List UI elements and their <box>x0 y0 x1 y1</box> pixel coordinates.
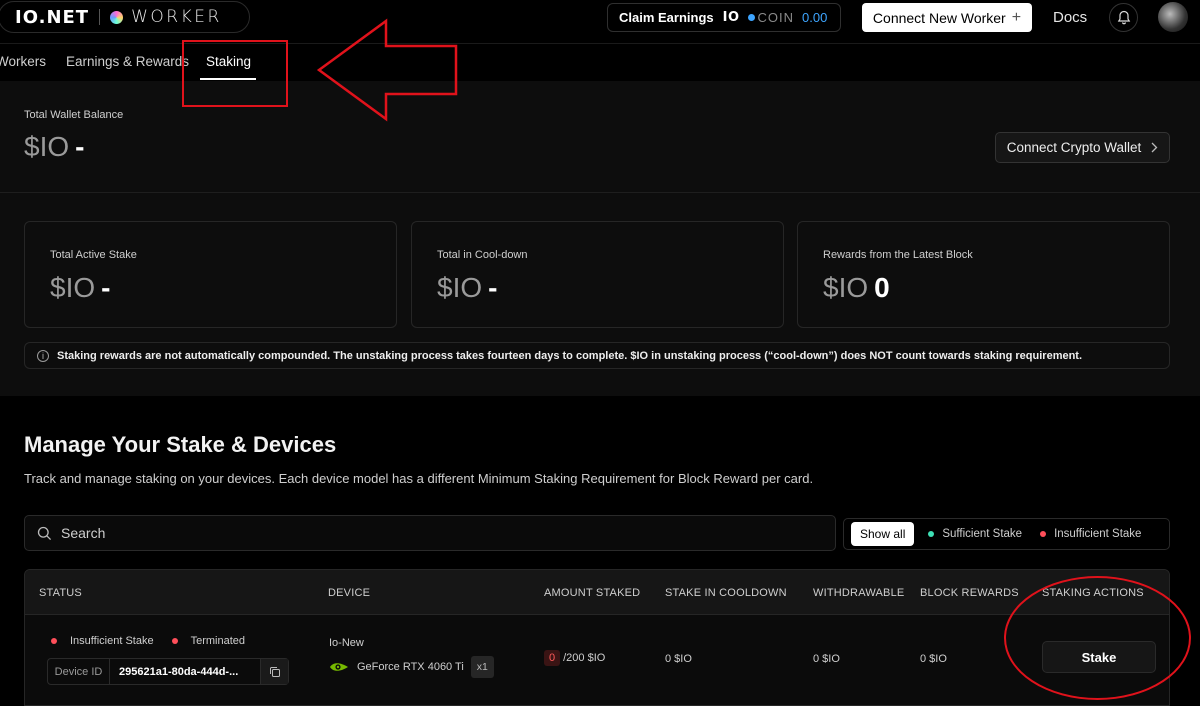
status-stake-text: Insufficient Stake <box>70 635 154 647</box>
table-row: Insufficient Stake Terminated Device ID … <box>25 616 1169 705</box>
column-header-status: STATUS <box>39 587 82 599</box>
total-cooldown-card: Total in Cool-down $IO - <box>411 221 784 328</box>
search-icon <box>37 526 52 540</box>
avatar[interactable] <box>1158 2 1188 32</box>
coin-dot-icon <box>747 14 755 21</box>
connect-new-worker-button[interactable]: Connect New Worker + <box>862 3 1032 32</box>
stake-filter-group: Show all Sufficient Stake Insufficient S… <box>843 518 1170 550</box>
latest-block-rewards-card: Rewards from the Latest Block $IO 0 <box>797 221 1170 328</box>
notifications-button[interactable] <box>1109 3 1138 32</box>
status-state-text: Terminated <box>190 635 245 647</box>
section-subtitle: Track and manage staking on your devices… <box>24 471 814 486</box>
wallet-balance-section: Total Wallet Balance $IO - Connect Crypto… <box>0 81 1200 193</box>
copy-icon <box>269 666 280 677</box>
device-id-label: Device ID <box>48 659 110 684</box>
total-active-stake-card: Total Active Stake $IO - <box>24 221 397 328</box>
stat-currency: $IO <box>50 272 96 303</box>
amount-staked: 0 /200 $IO <box>544 650 605 666</box>
search-input[interactable]: Search <box>24 515 836 551</box>
stat-value: $IO - <box>50 272 110 304</box>
tab-earnings-rewards[interactable]: Earnings & Rewards <box>66 54 189 69</box>
block-rewards-value: 0 $IO <box>920 653 947 665</box>
table-header: STATUS DEVICE AMOUNT STAKED STAKE IN COO… <box>25 570 1169 615</box>
brand-logo[interactable]: IO.NET WORKER <box>0 1 250 33</box>
tab-workers[interactable]: Workers <box>0 54 46 69</box>
coin-balance: 0.00 <box>802 10 828 25</box>
filter-sufficient-stake[interactable]: Sufficient Stake <box>928 528 1022 540</box>
amount-required: /200 $IO <box>563 652 606 664</box>
connect-crypto-wallet-label: Connect Crypto Wallet <box>1006 140 1142 155</box>
column-header-device: DEVICE <box>328 587 371 599</box>
filter-insufficient-stake[interactable]: Insufficient Stake <box>1040 528 1141 540</box>
plus-icon: + <box>1011 8 1022 26</box>
filter-label: Insufficient Stake <box>1054 528 1142 540</box>
annotation-highlight-ellipse <box>1004 576 1191 700</box>
withdrawable-value: 0 $IO <box>813 653 840 665</box>
info-icon: i <box>37 349 49 362</box>
nvidia-icon <box>330 663 348 671</box>
stat-value: $IO 0 <box>823 272 890 304</box>
coin-text: COIN <box>757 10 795 25</box>
stat-value: $IO - <box>437 272 497 304</box>
docs-link[interactable]: Docs <box>1053 9 1087 26</box>
red-dot-icon <box>1040 531 1047 537</box>
filter-show-all[interactable]: Show all <box>851 522 915 546</box>
devices-table: STATUS DEVICE AMOUNT STAKED STAKE IN COO… <box>24 569 1170 706</box>
red-dot-icon <box>51 638 57 644</box>
staking-info-text: Staking rewards are not automatically co… <box>57 349 1083 362</box>
red-dot-icon <box>171 638 178 644</box>
annotation-highlight-box <box>182 40 288 107</box>
gpu-count-badge: x1 <box>470 656 494 678</box>
wallet-balance-value: $IO - <box>24 131 84 163</box>
stat-currency: $IO <box>823 272 869 303</box>
top-bar: IO.NET WORKER Claim Earnings IO COIN 0.0… <box>0 0 1200 44</box>
amount-staked-value: 0 <box>544 650 561 666</box>
stake-stats-section: Total Active Stake $IO - Total in Cool-do… <box>0 193 1200 396</box>
brand-worker-text: WORKER <box>131 7 222 27</box>
stat-currency: $IO <box>437 272 483 303</box>
bell-icon <box>1117 10 1130 25</box>
wallet-currency: $IO <box>24 131 70 162</box>
device-status: Insufficient Stake Terminated <box>51 635 245 647</box>
brand-separator <box>99 9 101 25</box>
claim-earnings-label: Claim Earnings <box>619 10 714 25</box>
column-header-block-rewards: BLOCK REWARDS <box>920 587 1019 599</box>
connect-crypto-wallet-button[interactable]: Connect Crypto Wallet <box>995 132 1170 163</box>
stat-amount: - <box>101 272 111 303</box>
search-placeholder: Search <box>61 525 106 541</box>
section-title: Manage Your Stake & Devices <box>24 432 337 457</box>
claim-earnings-button[interactable]: Claim Earnings IO COIN 0.00 <box>607 3 841 32</box>
device-gpu: GeForce RTX 4060 Ti x1 <box>329 656 494 678</box>
connect-new-worker-label: Connect New Worker <box>872 9 1006 26</box>
stat-amount: - <box>488 272 498 303</box>
stat-amount: 0 <box>874 272 890 303</box>
wallet-amount: - <box>75 131 85 162</box>
copy-button[interactable] <box>260 659 288 684</box>
device-name: Io-New <box>329 637 364 649</box>
brand-io-text: IO.NET <box>15 6 90 28</box>
column-header-stake-in-cooldown: STAKE IN COOLDOWN <box>665 587 787 599</box>
nav-tabs: Workers Earnings & Rewards Staking <box>0 45 1200 81</box>
stake-in-cooldown-value: 0 $IO <box>665 653 692 665</box>
stat-label: Total Active Stake <box>50 249 137 261</box>
wallet-balance-label: Total Wallet Balance <box>24 109 124 121</box>
device-id-value: 295621a1-80da-444d-... <box>119 665 239 678</box>
device-id-field: Device ID 295621a1-80da-444d-... <box>47 658 289 685</box>
filter-label: Sufficient Stake <box>942 528 1023 540</box>
io-coin-logo: IO <box>722 10 740 25</box>
stat-label: Rewards from the Latest Block <box>823 249 973 261</box>
annotation-arrow-icon <box>316 18 458 122</box>
green-dot-icon <box>928 531 935 537</box>
brand-orb-icon <box>110 10 124 24</box>
column-header-amount-staked: AMOUNT STAKED <box>544 587 641 599</box>
gpu-model: GeForce RTX 4060 Ti <box>357 661 464 673</box>
staking-info-banner: i Staking rewards are not automatically … <box>24 342 1170 369</box>
stat-label: Total in Cool-down <box>437 249 528 261</box>
chevron-right-icon <box>1151 142 1158 153</box>
column-header-withdrawable: WITHDRAWABLE <box>813 587 905 599</box>
